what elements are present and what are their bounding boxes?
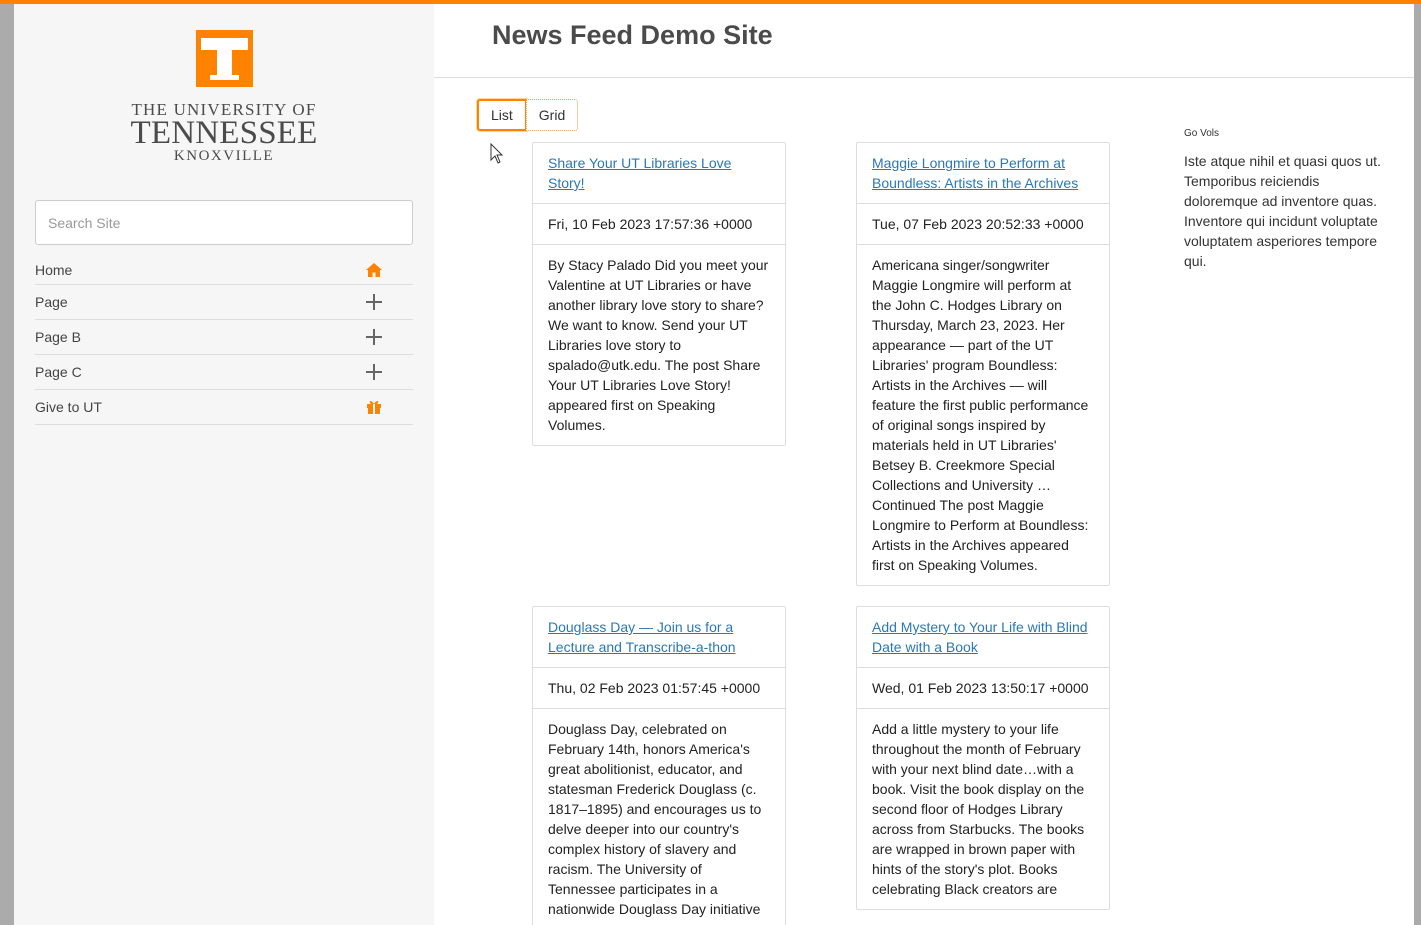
list-view-button[interactable]: List (477, 99, 527, 131)
news-card-body: Add a little mystery to your life throug… (872, 721, 1085, 897)
news-card-date: Thu, 02 Feb 2023 01:57:45 +0000 (533, 668, 785, 709)
news-card-title-link[interactable]: Douglass Day — Join us for a Lecture and… (548, 619, 736, 655)
sidebar-item-label: Give to UT (35, 399, 102, 415)
news-card-body: By Stacy Palado Did you meet your Valent… (548, 257, 769, 433)
sidebar-item-give[interactable]: Give to UT (35, 390, 413, 425)
page-title: News Feed Demo Site (492, 20, 773, 50)
sidebar-item-home[interactable]: Home (35, 256, 413, 285)
news-card-date: Fri, 10 Feb 2023 17:57:36 +0000 (533, 204, 785, 245)
search-input[interactable] (35, 200, 413, 245)
plus-icon[interactable] (365, 293, 383, 311)
news-card: Douglass Day — Join us for a Lecture and… (532, 606, 786, 925)
plus-icon[interactable] (365, 328, 383, 346)
view-toggle: List Grid (477, 99, 579, 131)
news-card: Maggie Longmire to Perform at Boundless:… (856, 142, 1110, 586)
sidebar-item-page[interactable]: Page (35, 285, 413, 320)
sidebar: THE UNIVERSITY OF TENNESSEE KNOXVILLE Ho… (14, 0, 434, 925)
aside-heading: Go Vols (1184, 128, 1220, 139)
logo-line-tennessee: TENNESSEE (130, 115, 318, 151)
news-card-date: Wed, 01 Feb 2023 13:50:17 +0000 (857, 668, 1109, 709)
sidebar-item-label: Page B (35, 329, 81, 345)
sidebar-item-label: Page (35, 294, 68, 310)
news-card: Add Mystery to Your Life with Blind Date… (856, 606, 1110, 910)
university-logo[interactable]: THE UNIVERSITY OF TENNESSEE KNOXVILLE (126, 30, 322, 164)
sidebar-item-label: Home (35, 262, 73, 278)
news-card-body: Douglass Day, celebrated on February 14t… (548, 721, 762, 917)
aside-text: Iste atque nihil et quasi quos ut. Tempo… (1184, 153, 1381, 269)
news-card-title-link[interactable]: Maggie Longmire to Perform at Boundless:… (872, 155, 1078, 191)
sidebar-item-label: Page C (35, 364, 82, 380)
right-aside: Go Vols Iste atque nihil et quasi quos u… (1184, 128, 1394, 271)
page: THE UNIVERSITY OF TENNESSEE KNOXVILLE Ho… (14, 0, 1414, 925)
top-accent-bar (0, 0, 1421, 4)
home-icon (365, 261, 383, 279)
sidebar-nav: Home Page Page B Page C Give to UT (35, 256, 413, 425)
news-card: Share Your UT Libraries Love Story! Fri,… (532, 142, 786, 446)
site-header: News Feed Demo Site (434, 0, 1414, 78)
grid-view-button[interactable]: Grid (525, 99, 579, 131)
news-card-title-link[interactable]: Add Mystery to Your Life with Blind Date… (872, 619, 1088, 655)
news-card-body: Americana singer/songwriter Maggie Longm… (872, 257, 1089, 573)
news-card-date: Tue, 07 Feb 2023 20:52:33 +0000 (857, 204, 1109, 245)
sidebar-item-page-b[interactable]: Page B (35, 320, 413, 355)
power-t-icon (195, 30, 253, 87)
gift-icon (365, 398, 383, 416)
mouse-cursor-icon (490, 143, 504, 164)
plus-icon[interactable] (365, 363, 383, 381)
sidebar-item-page-c[interactable]: Page C (35, 355, 413, 390)
news-card-title-link[interactable]: Share Your UT Libraries Love Story! (548, 155, 731, 191)
